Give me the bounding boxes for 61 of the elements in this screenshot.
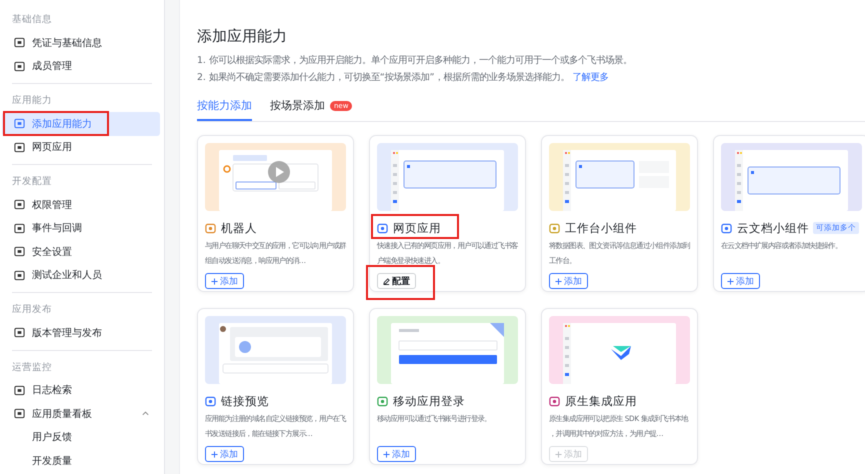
section-heading: 基础信息 bbox=[11, 13, 53, 27]
section-heading: 应用能力 bbox=[11, 94, 53, 108]
note-text: 2. 如果尚不确定需要添加什么能力，可切换至“按场景添加”，根据所需的业务场景选择能力。 了解更多 bbox=[197, 71, 610, 84]
plus-icon bbox=[555, 278, 562, 284]
sidebar-item[interactable]: 事件与回调 bbox=[2, 216, 160, 240]
plus-icon bbox=[211, 450, 218, 458]
menu-item-icon bbox=[14, 270, 25, 281]
card-button[interactable]: 添加 bbox=[205, 446, 244, 462]
sidebar-item[interactable]: 版本管理与发布 bbox=[2, 321, 160, 344]
sidebar-item[interactable]: 凭证与基础信息 bbox=[2, 31, 160, 54]
capability-icon bbox=[377, 222, 388, 234]
tab[interactable]: 按能力添加 bbox=[197, 98, 252, 121]
card-button[interactable]: 添加 bbox=[205, 273, 244, 289]
section-heading: 应用发布 bbox=[11, 303, 53, 317]
menu-item-icon bbox=[14, 118, 25, 130]
sidebar-item[interactable]: 成员管理 bbox=[2, 54, 160, 78]
sidebar-item[interactable]: 测试企业和人员 bbox=[2, 264, 160, 287]
capability-icon bbox=[549, 222, 560, 234]
section-heading: 开发配置 bbox=[11, 175, 53, 189]
card-title: 移动应用登录 bbox=[393, 394, 465, 408]
capability-icon bbox=[721, 222, 732, 234]
card-title: 链接预览 bbox=[221, 394, 269, 408]
plus-icon bbox=[383, 450, 390, 458]
section-heading: 运营监控 bbox=[11, 360, 53, 374]
sidebar-item[interactable]: 日志检索 bbox=[2, 378, 160, 402]
menu-item-icon bbox=[14, 408, 25, 420]
plus-icon bbox=[727, 278, 734, 284]
sidebar-item[interactable]: 应用质量看板 bbox=[2, 402, 160, 426]
sidebar-subitem[interactable]: 开发质量 bbox=[2, 449, 160, 472]
sidebar-subitem[interactable]: 用户反馈 bbox=[2, 426, 160, 449]
learn-more-link[interactable]: 了解更多 bbox=[572, 72, 608, 83]
capability-icon bbox=[549, 396, 560, 406]
card-button[interactable]: 添加 bbox=[549, 273, 588, 289]
card-button[interactable]: 添加 bbox=[377, 446, 416, 462]
menu-item-icon bbox=[14, 199, 25, 210]
menu-item-icon bbox=[14, 327, 25, 338]
card-button[interactable]: 添加 bbox=[721, 273, 760, 289]
page-title: 添加应用能力 bbox=[197, 27, 288, 46]
sidebar-item[interactable]: 权限管理 bbox=[2, 193, 160, 216]
menu-item-icon bbox=[14, 142, 25, 153]
card-title: 云文档小组件 bbox=[737, 220, 809, 236]
card-title: 机器人 bbox=[221, 220, 257, 236]
card-title: 原生集成应用 bbox=[565, 394, 637, 408]
menu-item-icon bbox=[14, 60, 25, 72]
menu-item-icon bbox=[14, 384, 25, 396]
plus-icon bbox=[211, 278, 218, 284]
card-title: 工作台小组件 bbox=[565, 220, 637, 236]
plus-icon bbox=[555, 450, 562, 458]
sidebar-item[interactable]: 安全设置 bbox=[2, 240, 160, 264]
note-text: 1. 你可以根据实际需求，为应用开启能力。单个应用可开启多种能力，一个能力可用于一个或多个飞书场景。 bbox=[197, 54, 633, 67]
pencil-icon bbox=[383, 278, 390, 284]
capability-icon bbox=[377, 396, 388, 406]
menu-item-icon bbox=[14, 37, 25, 48]
card-button[interactable]: 配置 bbox=[377, 273, 416, 289]
capability-icon bbox=[205, 222, 216, 234]
capability-icon bbox=[205, 396, 216, 406]
sidebar-item[interactable]: 添加应用能力 bbox=[2, 112, 160, 136]
menu-item-icon bbox=[14, 246, 25, 258]
menu-item-icon bbox=[14, 222, 25, 234]
sidebar-item[interactable]: 网页应用 bbox=[2, 136, 160, 159]
card-title: 网页应用 bbox=[393, 220, 441, 236]
